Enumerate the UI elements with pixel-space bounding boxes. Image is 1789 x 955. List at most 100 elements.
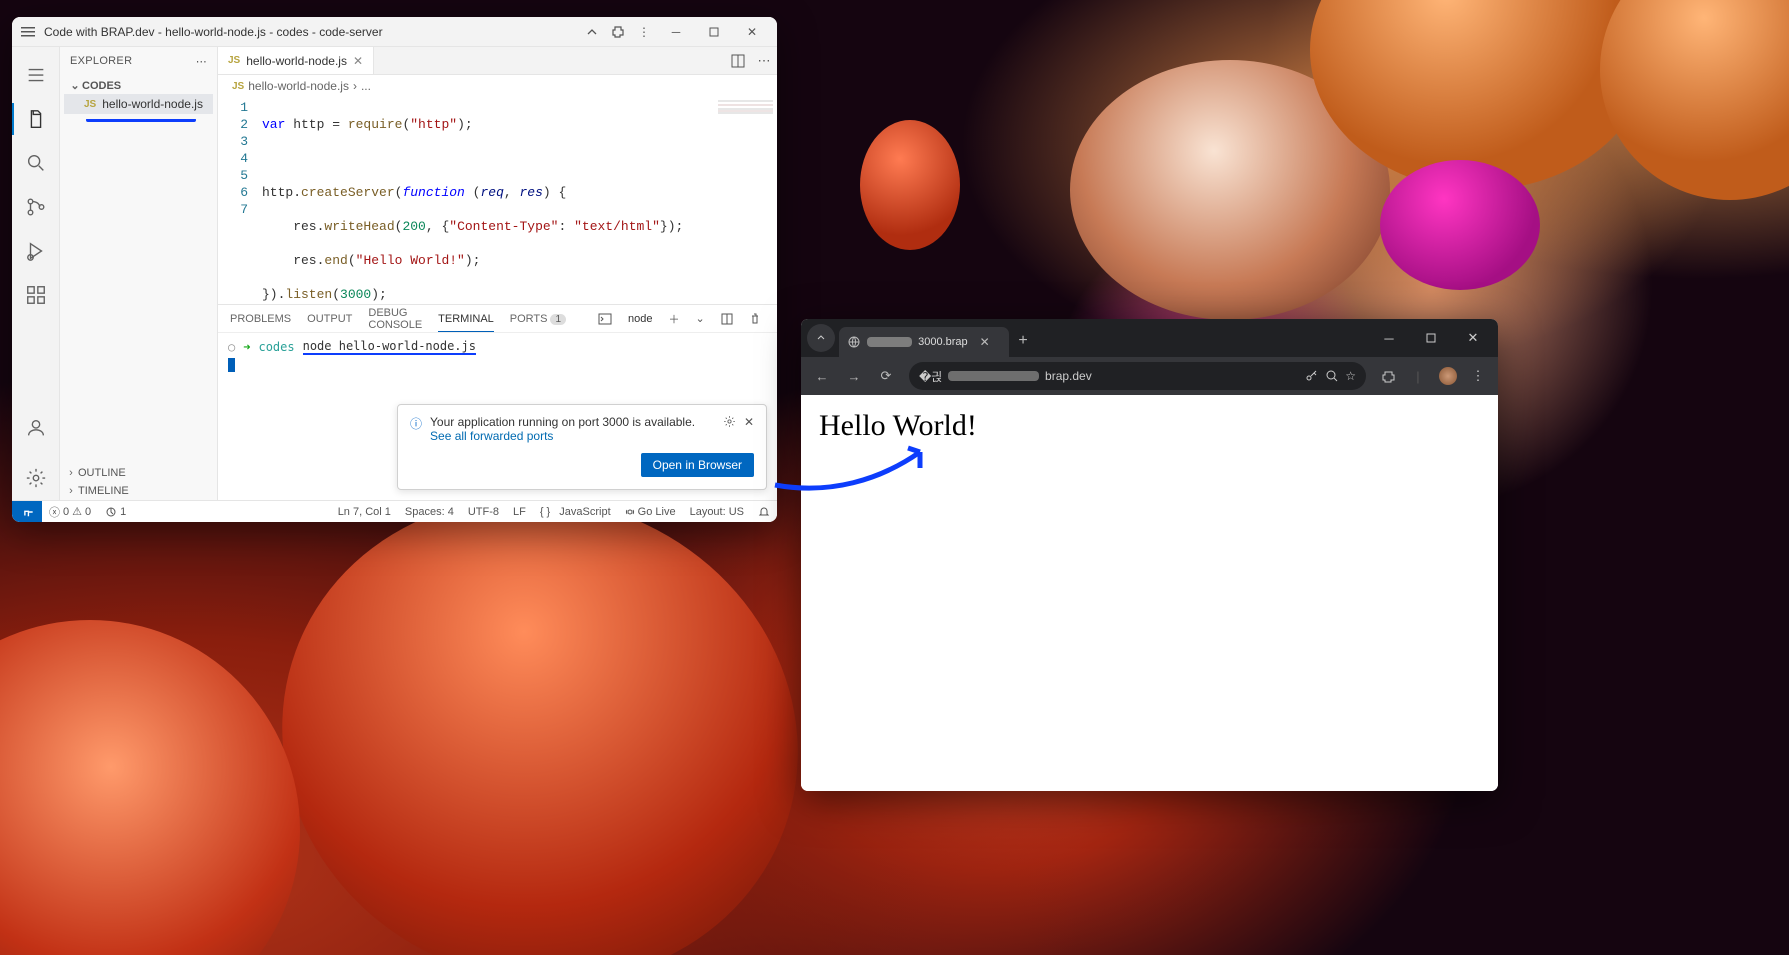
explorer-icon[interactable] — [12, 97, 60, 141]
code-editor[interactable]: 1234567 var http = require("http"); http… — [218, 97, 777, 304]
notification-link[interactable]: See all forwarded ports — [430, 429, 553, 443]
window-maximize[interactable] — [697, 21, 731, 43]
folder-name: CODES — [82, 80, 121, 92]
terminal-profile[interactable] — [598, 309, 612, 329]
terminal-command: node hello-world-node.js — [303, 339, 476, 355]
port-notification: ⓘ Your application running on port 3000 … — [397, 404, 767, 490]
breadcrumb-sep: › — [353, 79, 357, 93]
new-tab-button[interactable]: + — [1009, 332, 1037, 350]
url-tail: brap.dev — [1045, 369, 1092, 383]
status-cursor-pos[interactable]: Ln 7, Col 1 — [331, 506, 398, 518]
settings-gear-icon[interactable] — [12, 456, 60, 500]
browser-viewport[interactable]: Hello World! — [801, 395, 1498, 791]
chevron-right-icon: › — [64, 485, 78, 497]
accounts-icon[interactable] — [12, 406, 60, 450]
run-debug-icon[interactable] — [12, 229, 60, 273]
titlebar-extension-icon[interactable] — [607, 21, 629, 43]
sidebar-header: EXPLORER ⋯ — [60, 47, 217, 75]
tab-label: hello-world-node.js — [246, 54, 347, 68]
window-minimize[interactable]: ─ — [659, 21, 693, 43]
sidebar: EXPLORER ⋯ ⌄ CODES JS hello-world-node.j… — [60, 47, 218, 500]
status-bell-icon[interactable] — [751, 506, 777, 518]
titlebar-up-icon[interactable] — [581, 21, 603, 43]
source-control-icon[interactable] — [12, 185, 60, 229]
app-menu-icon[interactable] — [20, 24, 36, 40]
timeline-section[interactable]: ›TIMELINE — [60, 482, 217, 500]
editor-area: JS hello-world-node.js ✕ ⋯ JS hello-worl… — [218, 47, 777, 500]
extensions-icon[interactable] — [1374, 362, 1402, 390]
browser-toolbar: ← → ⟳ �긙 brap.dev ☆ | ⋮ — [801, 357, 1498, 395]
terminal-dropdown-icon[interactable]: ⌄ — [696, 309, 705, 329]
globe-icon — [847, 335, 861, 349]
window-maximize[interactable] — [1410, 323, 1452, 353]
bookmark-star-icon[interactable]: ☆ — [1345, 369, 1356, 383]
status-layout[interactable]: Layout: US — [683, 506, 751, 518]
status-eol[interactable]: LF — [506, 506, 533, 518]
status-bar: ⓧ 0 ⚠ 0 1 Ln 7, Col 1 Spaces: 4 UTF-8 LF… — [12, 500, 777, 522]
remote-indicator[interactable] — [12, 501, 42, 522]
panel-tabs: PROBLEMS OUTPUT DEBUG CONSOLE TERMINAL P… — [218, 305, 777, 333]
browser-menu-icon[interactable]: ⋮ — [1464, 362, 1492, 390]
extensions-icon[interactable] — [12, 273, 60, 317]
tab-output[interactable]: OUTPUT — [307, 307, 352, 331]
site-info-icon[interactable]: �긙 — [919, 368, 942, 385]
status-go-live[interactable]: Go Live — [618, 506, 683, 518]
breadcrumb-tail: ... — [361, 79, 371, 93]
status-ports[interactable]: 1 — [98, 506, 133, 518]
title-bar[interactable]: Code with BRAP.dev - hello-world-node.js… — [12, 17, 777, 47]
kill-terminal-icon[interactable] — [749, 309, 761, 329]
js-file-icon: JS — [228, 55, 240, 66]
tab-more-icon[interactable]: ⋯ — [751, 47, 777, 74]
redacted-text — [948, 371, 1039, 381]
nav-reload-button[interactable]: ⟳ — [871, 361, 901, 391]
tab-search-icon[interactable] — [807, 324, 835, 352]
status-spaces[interactable]: Spaces: 4 — [398, 506, 461, 518]
nav-back-button[interactable]: ← — [807, 361, 837, 391]
open-in-browser-button[interactable]: Open in Browser — [641, 453, 754, 477]
outline-section[interactable]: ›OUTLINE — [60, 464, 217, 482]
code-editor-window: Code with BRAP.dev - hello-world-node.js… — [12, 17, 777, 522]
minimap[interactable] — [718, 100, 773, 118]
terminal-shell-label[interactable]: node — [628, 313, 652, 325]
close-tab-icon[interactable]: ✕ — [980, 335, 990, 349]
address-bar[interactable]: �긙 brap.dev ☆ — [909, 362, 1366, 390]
status-language[interactable]: { } JavaScript — [533, 506, 618, 518]
file-item[interactable]: JS hello-world-node.js — [64, 94, 213, 114]
window-close[interactable]: ✕ — [735, 21, 769, 43]
key-icon[interactable] — [1305, 369, 1319, 383]
terminal-cursor — [228, 358, 235, 372]
tab-debug-console[interactable]: DEBUG CONSOLE — [368, 301, 422, 337]
folder-header[interactable]: ⌄ CODES — [64, 77, 213, 94]
titlebar-more-icon[interactable]: ⋮ — [633, 21, 655, 43]
notification-close-icon[interactable]: ✕ — [744, 415, 754, 429]
activity-bar — [12, 47, 60, 500]
nav-forward-button[interactable]: → — [839, 361, 869, 391]
status-encoding[interactable]: UTF-8 — [461, 506, 506, 518]
tab-terminal[interactable]: TERMINAL — [438, 307, 494, 332]
tab-problems[interactable]: PROBLEMS — [230, 307, 291, 331]
split-terminal-icon[interactable] — [721, 309, 733, 329]
chevron-down-icon: ⌄ — [68, 79, 82, 92]
tab-ports[interactable]: PORTS1 — [510, 307, 566, 331]
bottom-panel: PROBLEMS OUTPUT DEBUG CONSOLE TERMINAL P… — [218, 304, 777, 500]
terminal-cwd: codes — [258, 340, 294, 354]
status-errors[interactable]: ⓧ 0 ⚠ 0 — [42, 504, 98, 520]
sidebar-more-icon[interactable]: ⋯ — [196, 55, 207, 68]
window-minimize[interactable]: ─ — [1368, 323, 1410, 353]
split-editor-icon[interactable] — [725, 47, 751, 74]
code-content[interactable]: var http = require("http"); http.createS… — [258, 97, 777, 304]
line-gutter: 1234567 — [218, 97, 258, 304]
editor-tab[interactable]: JS hello-world-node.js ✕ — [218, 47, 374, 74]
close-tab-icon[interactable]: ✕ — [353, 54, 363, 68]
tab-title-tail: 3000.brap — [918, 336, 968, 348]
profile-avatar[interactable] — [1434, 362, 1462, 390]
breadcrumb[interactable]: JS hello-world-node.js › ... — [218, 75, 777, 97]
menu-icon[interactable] — [12, 53, 60, 97]
window-close[interactable]: ✕ — [1452, 323, 1494, 353]
notification-gear-icon[interactable] — [723, 415, 736, 429]
new-terminal-icon[interactable]: ＋ — [669, 309, 680, 329]
browser-tab[interactable]: 3000.brap ✕ — [839, 327, 1009, 357]
search-icon[interactable] — [12, 141, 60, 185]
page-content: Hello World! — [819, 409, 977, 442]
zoom-icon[interactable] — [1325, 369, 1339, 383]
